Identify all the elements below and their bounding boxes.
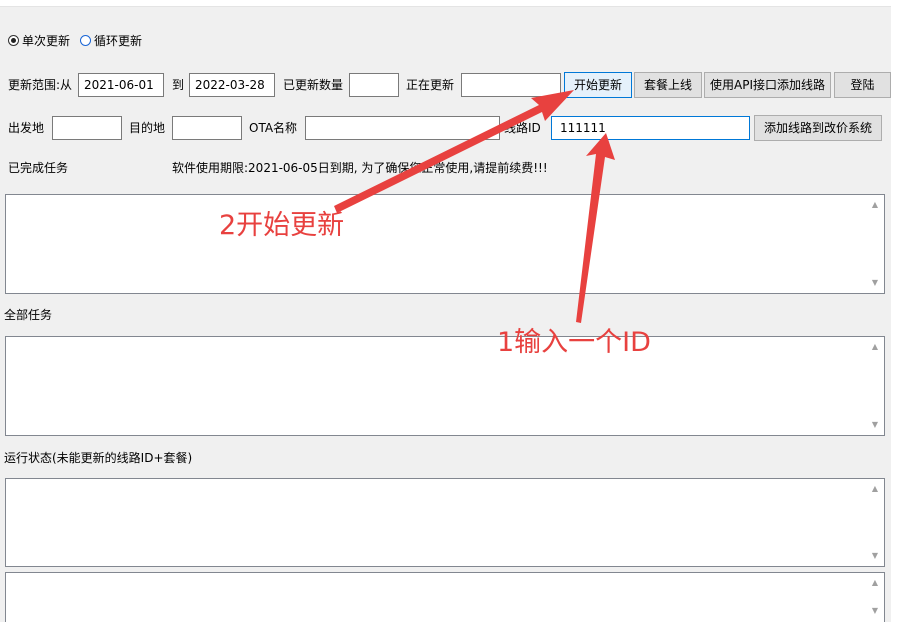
run-status-textarea[interactable]: ▲ ▼: [5, 478, 885, 567]
scroll-up-icon[interactable]: ▲: [867, 576, 883, 590]
departure-label: 出发地: [8, 121, 45, 135]
window-top-strip: [0, 0, 903, 7]
all-tasks-label: 全部任务: [4, 308, 53, 322]
destination-label: 目的地: [129, 121, 166, 135]
log-textarea[interactable]: ▲ ▼: [5, 572, 885, 622]
package-online-button[interactable]: 套餐上线: [634, 72, 702, 98]
scroll-up-icon[interactable]: ▲: [867, 340, 883, 354]
api-add-route-button[interactable]: 使用API接口添加线路: [704, 72, 831, 98]
scroll-down-icon[interactable]: ▼: [867, 276, 883, 290]
radio-checked-icon: [8, 35, 19, 46]
route-id-input[interactable]: 111111: [551, 116, 750, 140]
date-from-input[interactable]: 2021-06-01: [78, 73, 164, 97]
scroll-up-icon[interactable]: ▲: [867, 482, 883, 496]
scroll-down-icon[interactable]: ▼: [867, 549, 883, 563]
run-status-label: 运行状态(未能更新的线路ID+套餐): [4, 451, 193, 465]
vertical-scrollbar[interactable]: ▲ ▼: [867, 338, 883, 434]
license-notice: 软件使用期限:2021-06-05日到期, 为了确保您正常使用,请提前续费!!!: [172, 161, 548, 175]
start-update-button[interactable]: 开始更新: [564, 72, 632, 98]
radio-loop-update[interactable]: 循环更新: [80, 32, 142, 49]
completed-tasks-label: 已完成任务: [8, 161, 69, 175]
vertical-scrollbar[interactable]: ▲ ▼: [867, 574, 883, 621]
window-right-strip: [891, 6, 903, 622]
updated-count-input[interactable]: [349, 73, 399, 97]
scroll-up-icon[interactable]: ▲: [867, 198, 883, 212]
all-tasks-textarea[interactable]: ▲ ▼: [5, 336, 885, 436]
radio-single-label: 单次更新: [22, 34, 71, 48]
destination-input[interactable]: [172, 116, 242, 140]
scroll-down-icon[interactable]: ▼: [867, 604, 883, 618]
vertical-scrollbar[interactable]: ▲ ▼: [867, 196, 883, 292]
add-route-to-pricing-button[interactable]: 添加线路到改价系统: [754, 115, 882, 141]
updating-label: 正在更新: [406, 78, 455, 92]
range-from-label: 更新范围:从: [8, 78, 73, 92]
departure-input[interactable]: [52, 116, 122, 140]
ota-label: OTA名称: [249, 121, 298, 135]
range-to-label: 到: [172, 78, 185, 92]
annotation-step2: 2开始更新: [219, 210, 345, 241]
radio-unchecked-icon: [80, 35, 92, 46]
ota-input[interactable]: [305, 116, 500, 140]
updated-count-label: 已更新数量: [283, 78, 344, 92]
updating-input[interactable]: [461, 73, 561, 97]
route-id-label: 线路ID: [504, 121, 541, 135]
annotation-step1: 1输入一个ID: [497, 327, 651, 358]
radio-single-update[interactable]: 单次更新: [8, 32, 70, 49]
date-to-input[interactable]: 2022-03-28: [189, 73, 275, 97]
completed-tasks-textarea[interactable]: ▲ ▼: [5, 194, 885, 294]
login-button[interactable]: 登陆: [834, 72, 891, 98]
scroll-down-icon[interactable]: ▼: [867, 418, 883, 432]
update-mode-group: 单次更新 循环更新: [8, 32, 152, 49]
radio-loop-label: 循环更新: [94, 34, 143, 48]
vertical-scrollbar[interactable]: ▲ ▼: [867, 480, 883, 565]
